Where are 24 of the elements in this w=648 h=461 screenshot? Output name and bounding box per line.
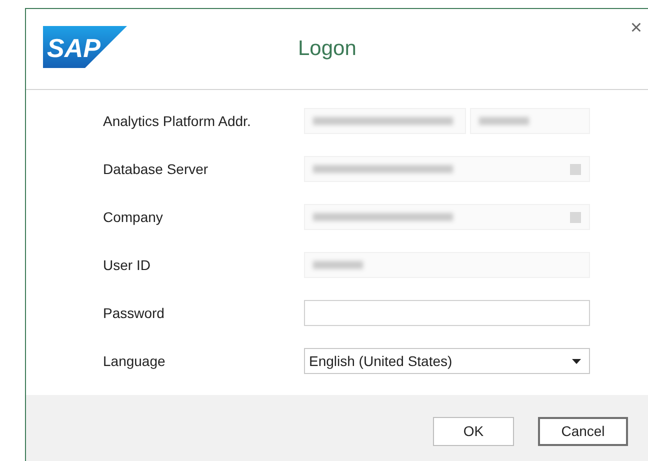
field-label: Database Server	[103, 161, 210, 177]
field-label: Company	[103, 209, 164, 225]
field-label: Analytics Platform Addr.	[103, 113, 252, 129]
password-field[interactable]	[304, 300, 590, 326]
caret-icon	[572, 358, 581, 364]
close-button[interactable]: ×	[630, 17, 642, 40]
language-dropdown[interactable]: English (United States)	[304, 348, 590, 374]
field-label: User ID	[103, 257, 152, 273]
combo-field[interactable]	[304, 156, 590, 182]
text-field[interactable]	[304, 252, 590, 278]
logo: SAP	[43, 26, 127, 68]
blurred-value	[479, 117, 529, 125]
field-label: Password	[103, 305, 166, 321]
blurred-value	[313, 261, 363, 269]
dropdown-icon[interactable]	[570, 212, 581, 222]
dropdown-icon[interactable]	[570, 164, 581, 174]
combo-field[interactable]	[304, 204, 590, 230]
address-field[interactable]	[304, 108, 466, 134]
field-label: Language	[103, 353, 166, 369]
dialog-button[interactable]: OK	[433, 416, 514, 446]
dialog-button[interactable]: Cancel	[538, 416, 628, 446]
dialog-title: Logon	[298, 37, 356, 61]
port-field[interactable]	[470, 108, 590, 134]
dropdown-value: English (United States)	[309, 353, 452, 369]
